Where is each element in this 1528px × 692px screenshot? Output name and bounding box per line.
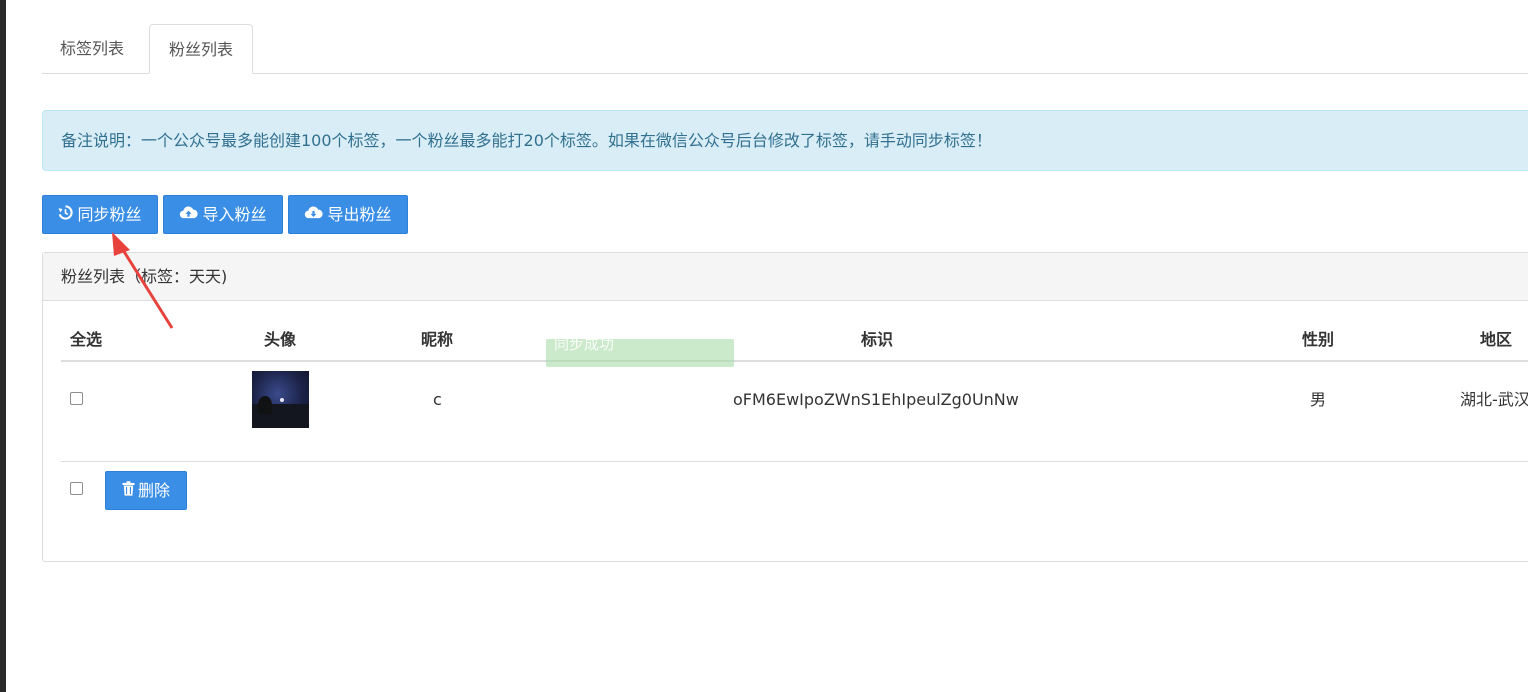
cloud-upload-icon <box>179 196 199 233</box>
tab-tag-list[interactable]: 标签列表 <box>42 24 142 74</box>
table-row-divider <box>61 461 1528 462</box>
export-fans-label: 导出粉丝 <box>327 205 392 224</box>
import-fans-button[interactable]: 导入粉丝 <box>163 195 283 234</box>
toast-text: 同步成功 <box>554 339 615 353</box>
cloud-download-icon <box>304 196 324 233</box>
header-openid: 标识 <box>861 330 894 349</box>
header-gender: 性别 <box>1302 330 1335 349</box>
row-region: 湖北-武汉 <box>1460 390 1528 409</box>
row-nickname: c <box>433 390 442 409</box>
delete-button[interactable]: 删除 <box>105 471 187 510</box>
sync-fans-button[interactable]: 同步粉丝 <box>42 195 158 234</box>
window-edge <box>0 0 6 692</box>
header-region: 地区 <box>1480 330 1513 349</box>
footer-select-all-checkbox[interactable] <box>70 482 83 495</box>
tab-bar: 标签列表 粉丝列表 <box>42 24 1528 74</box>
delete-label: 删除 <box>137 481 170 500</box>
table-header-divider <box>61 360 1528 362</box>
avatar <box>252 371 309 428</box>
history-icon <box>58 196 74 233</box>
header-nickname: 昵称 <box>421 330 454 349</box>
header-avatar: 头像 <box>264 330 297 349</box>
sync-fans-label: 同步粉丝 <box>77 205 142 224</box>
success-toast: 同步成功 <box>546 339 734 367</box>
tab-fan-list[interactable]: 粉丝列表 <box>149 24 253 74</box>
info-alert: 备注说明：一个公众号最多能创建100个标签，一个粉丝最多能打20个标签。如果在微… <box>42 110 1528 171</box>
import-fans-label: 导入粉丝 <box>202 205 267 224</box>
row-openid: oFM6EwIpoZWnS1EhIpeulZg0UnNw <box>733 390 1019 409</box>
export-fans-button[interactable]: 导出粉丝 <box>288 195 408 234</box>
trash-icon <box>122 472 135 509</box>
row-checkbox[interactable] <box>70 392 83 405</box>
panel-title: 粉丝列表（标签：天天) <box>43 253 1528 301</box>
row-gender: 男 <box>1310 390 1327 409</box>
header-select-all[interactable]: 全选 <box>70 328 102 352</box>
